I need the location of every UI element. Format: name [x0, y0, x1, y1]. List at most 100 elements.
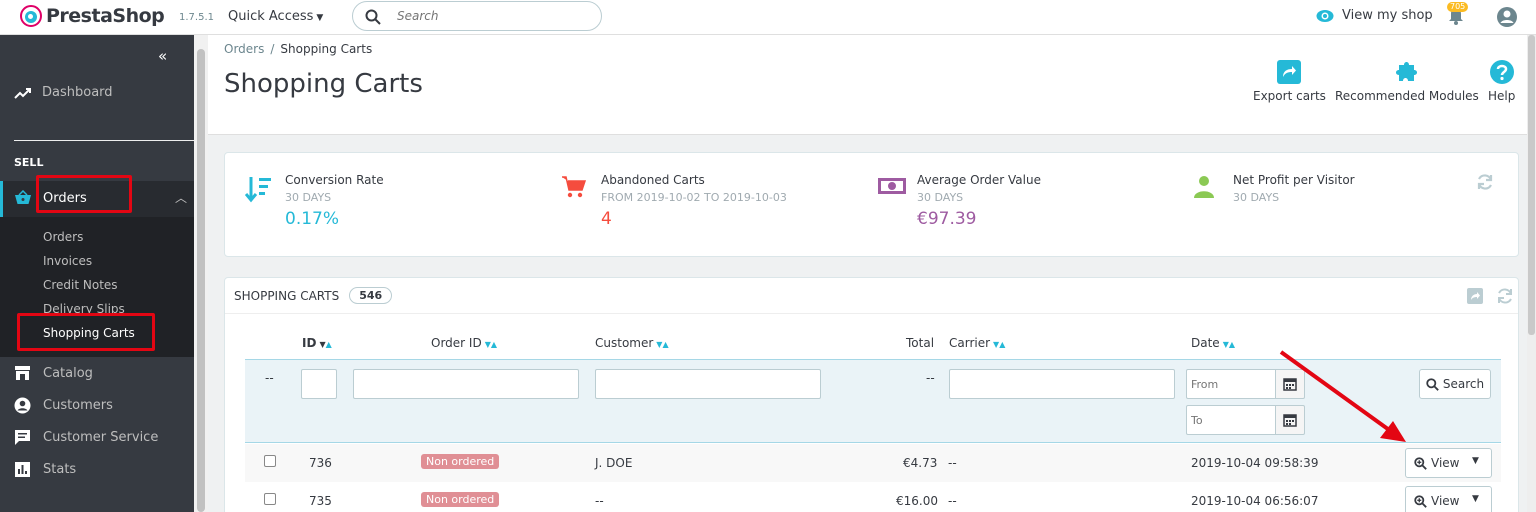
sidebar-scrollbar[interactable] [194, 35, 208, 512]
row-checkbox[interactable] [264, 493, 276, 505]
page-scrollbar[interactable] [1527, 35, 1536, 512]
filter-search-button[interactable]: Search [1419, 369, 1491, 399]
toolbar-label: Help [1488, 89, 1516, 103]
cell-customer: -- [595, 494, 604, 508]
cell-total: €4.73 [903, 456, 938, 470]
page-title: Shopping Carts [224, 69, 423, 99]
zoom-in-icon [1414, 456, 1427, 470]
search-input[interactable] [397, 7, 587, 25]
sort-arrows-icon[interactable]: ▼▲ [319, 340, 331, 349]
sidebar-item-customer-service[interactable]: Customer Service [14, 429, 158, 446]
search-button-label: Search [1442, 377, 1485, 391]
caret-down-icon[interactable]: ▼ [1472, 456, 1479, 466]
column-header-date[interactable]: Date ▼▲ [1191, 336, 1235, 350]
status-badge: Non ordered [421, 492, 500, 507]
breadcrumb-orders-link[interactable]: Orders [224, 42, 264, 56]
sort-arrows-icon[interactable]: ▼▲ [993, 340, 1005, 349]
filter-order-id-input[interactable] [353, 369, 579, 399]
sidebar-item-label: Customer Service [43, 430, 159, 445]
column-label: Date [1191, 336, 1220, 350]
page-scrollbar-thumb[interactable] [1528, 35, 1535, 335]
kpi-subtitle: 30 DAYS [917, 191, 964, 204]
filter-date-from-input[interactable] [1186, 369, 1276, 399]
view-my-shop-label: View my shop [1342, 8, 1433, 23]
quick-access-label: Quick Access [228, 9, 314, 24]
sidebar-item-label: Customers [43, 398, 113, 413]
toolbar-label: Recommended Modules [1335, 89, 1479, 103]
zoom-in-icon [1414, 494, 1427, 508]
table-row[interactable]: 736 Non ordered J. DOE €4.73 -- 2019-10-… [245, 444, 1501, 482]
filter-total-dash: -- [926, 371, 935, 385]
prestashop-logo[interactable]: PrestaShop [20, 5, 165, 27]
brand-name: PrestaShop [46, 5, 165, 27]
search-icon [1426, 377, 1439, 391]
top-header: PrestaShop 1.7.5.1 Quick Access▼ View my… [0, 0, 1536, 35]
cell-id: 736 [309, 456, 332, 470]
submenu-item-orders[interactable]: Orders [43, 230, 83, 244]
sidebar-top: « Dashboard [0, 35, 194, 141]
column-header-id[interactable]: ID ▼▲ [302, 336, 332, 350]
chevron-up-icon: ︿ [175, 191, 188, 205]
kpi-value: 4 [601, 209, 612, 229]
submenu-item-invoices[interactable]: Invoices [43, 254, 92, 268]
highlight-box-shopping-carts [17, 313, 155, 351]
sidebar-scrollbar-thumb[interactable] [197, 49, 205, 512]
view-my-shop-link[interactable]: View my shop [1316, 8, 1433, 23]
breadcrumb-separator: / [270, 42, 275, 56]
toolbar-label: Export carts [1253, 89, 1326, 103]
sort-amount-down-icon [245, 177, 271, 203]
export-carts-button[interactable]: Export carts [1253, 59, 1326, 103]
sort-arrows-icon[interactable]: ▼▲ [656, 340, 668, 349]
cell-total: €16.00 [896, 494, 938, 508]
calendar-icon [1283, 378, 1297, 391]
puzzle-icon [1395, 62, 1417, 81]
table-row[interactable]: 735 Non ordered -- €16.00 -- 2019-10-04 … [245, 482, 1501, 512]
sort-arrows-icon[interactable]: ▼▲ [485, 340, 497, 349]
sidebar-item-stats[interactable]: Stats [14, 461, 76, 478]
recommended-modules-button[interactable]: Recommended Modules [1335, 59, 1479, 103]
export-icon [1277, 60, 1302, 84]
kpi-title: Conversion Rate [285, 173, 384, 187]
search-icon [365, 9, 381, 25]
export-icon[interactable] [1466, 287, 1484, 305]
column-header-customer[interactable]: Customer ▼▲ [595, 336, 669, 350]
submenu-item-credit-notes[interactable]: Credit Notes [43, 278, 118, 292]
filter-customer-input[interactable] [595, 369, 821, 399]
search-box[interactable] [352, 1, 602, 31]
sidebar-item-catalog[interactable]: Catalog [14, 365, 93, 381]
sidebar: « Dashboard SELL Orders ︿ Orders Invoice… [0, 35, 194, 512]
cell-date: 2019-10-04 09:58:39 [1191, 456, 1319, 470]
column-header-carrier[interactable]: Carrier ▼▲ [949, 336, 1005, 350]
kpi-title: Average Order Value [917, 173, 1041, 187]
filter-date-to-input[interactable] [1186, 405, 1276, 435]
sort-arrows-icon[interactable]: ▼▲ [1223, 340, 1235, 349]
column-header-order-id[interactable]: Order ID ▼▲ [431, 336, 497, 350]
panel-title: SHOPPING CARTS [234, 288, 340, 303]
row-checkbox[interactable] [264, 455, 276, 467]
caret-down-icon[interactable]: ▼ [1472, 494, 1479, 504]
date-to-calendar-button[interactable] [1275, 405, 1305, 435]
version-label: 1.7.5.1 [179, 12, 214, 23]
sidebar-item-customers[interactable]: Customers [14, 397, 113, 414]
column-label: Carrier [949, 336, 991, 350]
view-cart-button[interactable]: View ▼ [1405, 486, 1492, 512]
page-header: Orders / Shopping Carts Shopping Carts Exp… [208, 35, 1527, 135]
refresh-icon[interactable] [1496, 287, 1514, 305]
filter-carrier-input[interactable] [949, 369, 1175, 399]
kpi-title: Net Profit per Visitor [1233, 173, 1355, 187]
kpi-subtitle: 30 DAYS [285, 191, 332, 204]
quick-access-menu[interactable]: Quick Access ▼ [228, 9, 323, 24]
view-cart-button[interactable]: View ▼ [1405, 448, 1492, 478]
panel-divider [225, 313, 1518, 314]
view-button-label: View [1431, 456, 1460, 470]
shopping-carts-panel: SHOPPING CARTS 546 ID ▼▲ Order ID ▼▲ Custo… [224, 277, 1519, 512]
employee-menu-button[interactable] [1496, 6, 1518, 32]
collapse-sidebar-icon[interactable]: « [158, 47, 167, 65]
filter-id-input[interactable] [301, 369, 337, 399]
sidebar-item-dashboard[interactable]: Dashboard [14, 85, 113, 100]
sidebar-item-label: Catalog [43, 365, 93, 381]
date-from-calendar-button[interactable] [1275, 369, 1305, 399]
help-button[interactable]: Help [1488, 59, 1515, 103]
cart-icon [562, 176, 587, 198]
refresh-icon[interactable] [1476, 173, 1494, 191]
